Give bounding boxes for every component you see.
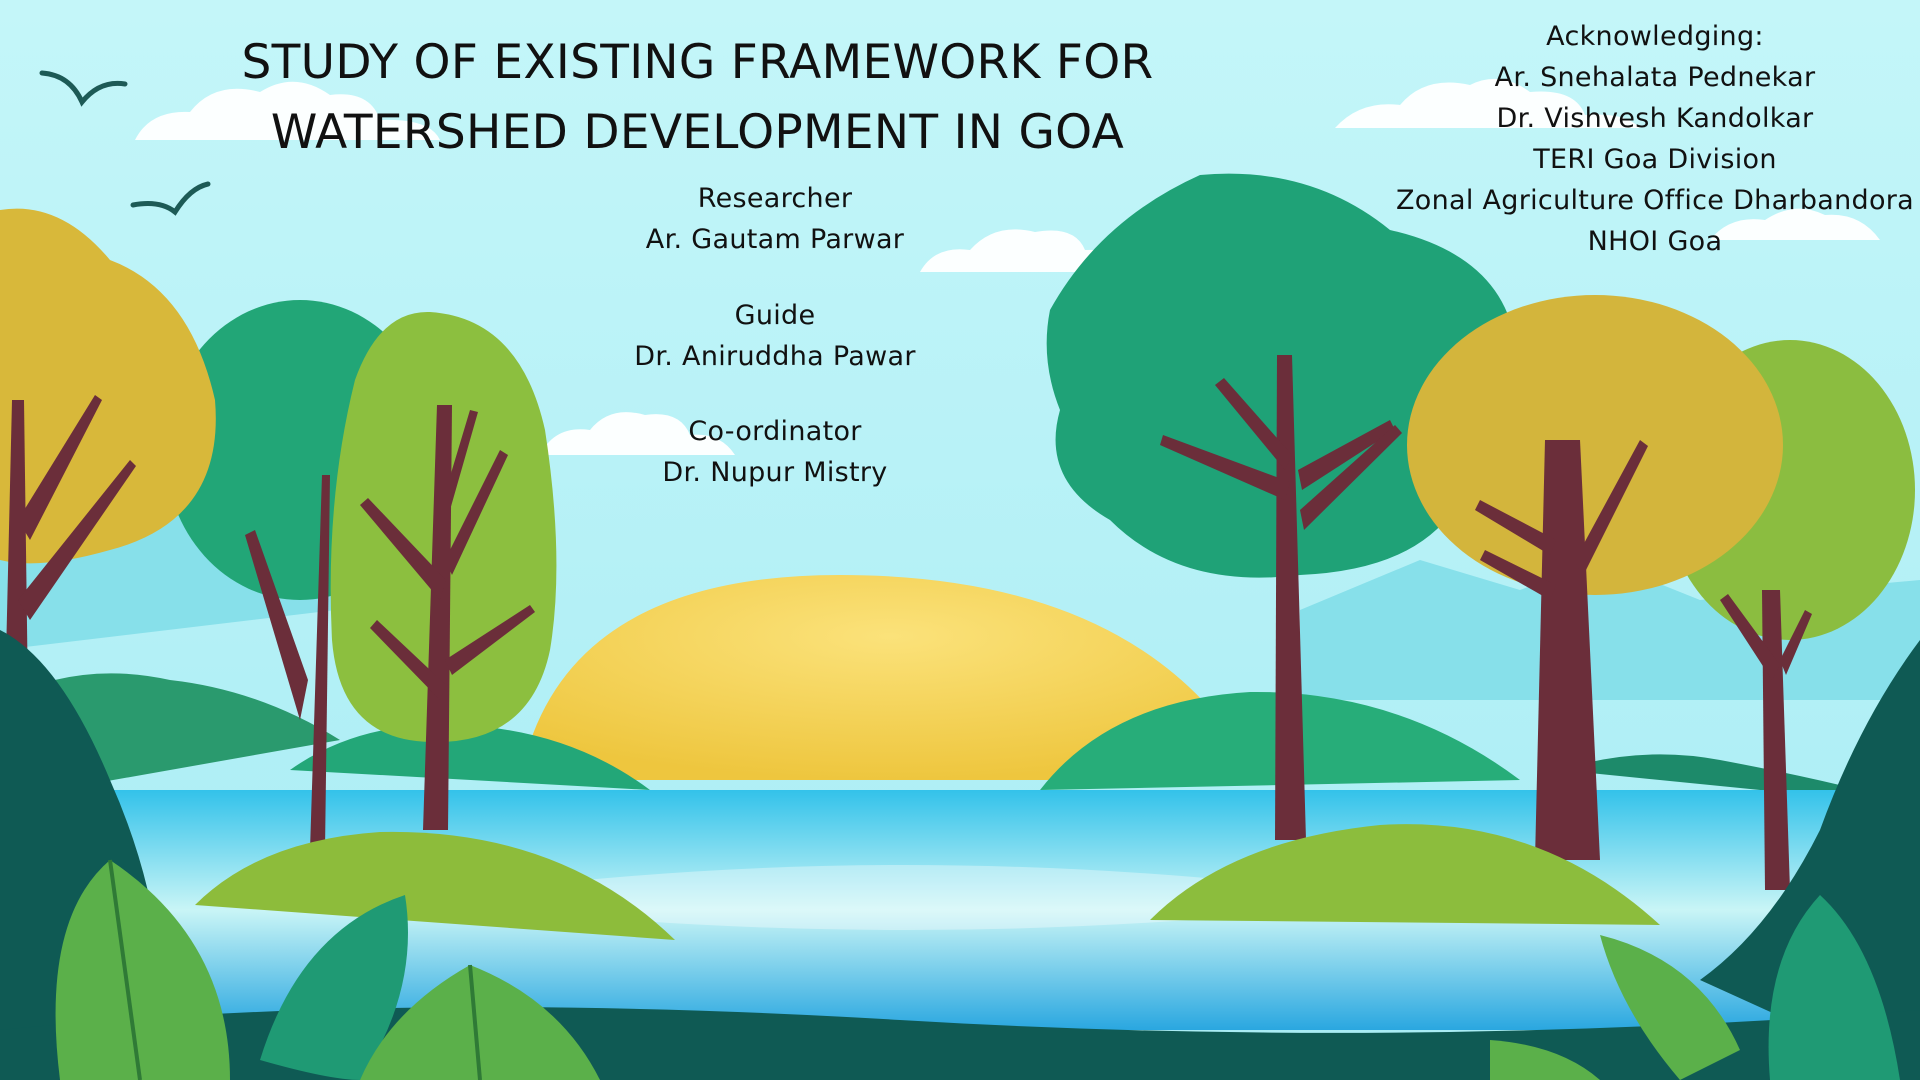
coordinator-name: Dr. Nupur Mistry	[662, 457, 888, 488]
guide-role: Guide	[734, 300, 816, 331]
researcher-role: Researcher	[697, 183, 853, 214]
acknowledgement-item: TERI Goa Division	[1533, 144, 1777, 175]
guide-credit: Guide Dr. Aniruddha Pawar	[560, 295, 990, 377]
slide-title: STUDY OF EXISTING FRAMEWORK FOR WATERSHE…	[180, 28, 1215, 168]
title-line-1: STUDY OF EXISTING FRAMEWORK FOR	[241, 35, 1154, 90]
title-line-2: WATERSHED DEVELOPMENT IN GOA	[270, 105, 1125, 160]
researcher-name: Ar. Gautam Parwar	[645, 224, 905, 255]
acknowledgement-item: Dr. Vishvesh Kandolkar	[1496, 103, 1814, 134]
researcher-credit: Researcher Ar. Gautam Parwar	[560, 178, 990, 260]
coordinator-role: Co-ordinator	[688, 416, 862, 447]
guide-name: Dr. Aniruddha Pawar	[634, 341, 916, 372]
acknowledgement-item: Zonal Agriculture Office Dharbandora	[1395, 185, 1915, 216]
acknowledgements: Acknowledging: Ar. Snehalata Pednekar Dr…	[1370, 16, 1920, 262]
acknowledgements-heading: Acknowledging:	[1546, 21, 1764, 52]
coordinator-credit: Co-ordinator Dr. Nupur Mistry	[560, 411, 990, 493]
acknowledgement-item: Ar. Snehalata Pednekar	[1494, 62, 1816, 93]
acknowledgement-item: NHOI Goa	[1587, 226, 1723, 257]
